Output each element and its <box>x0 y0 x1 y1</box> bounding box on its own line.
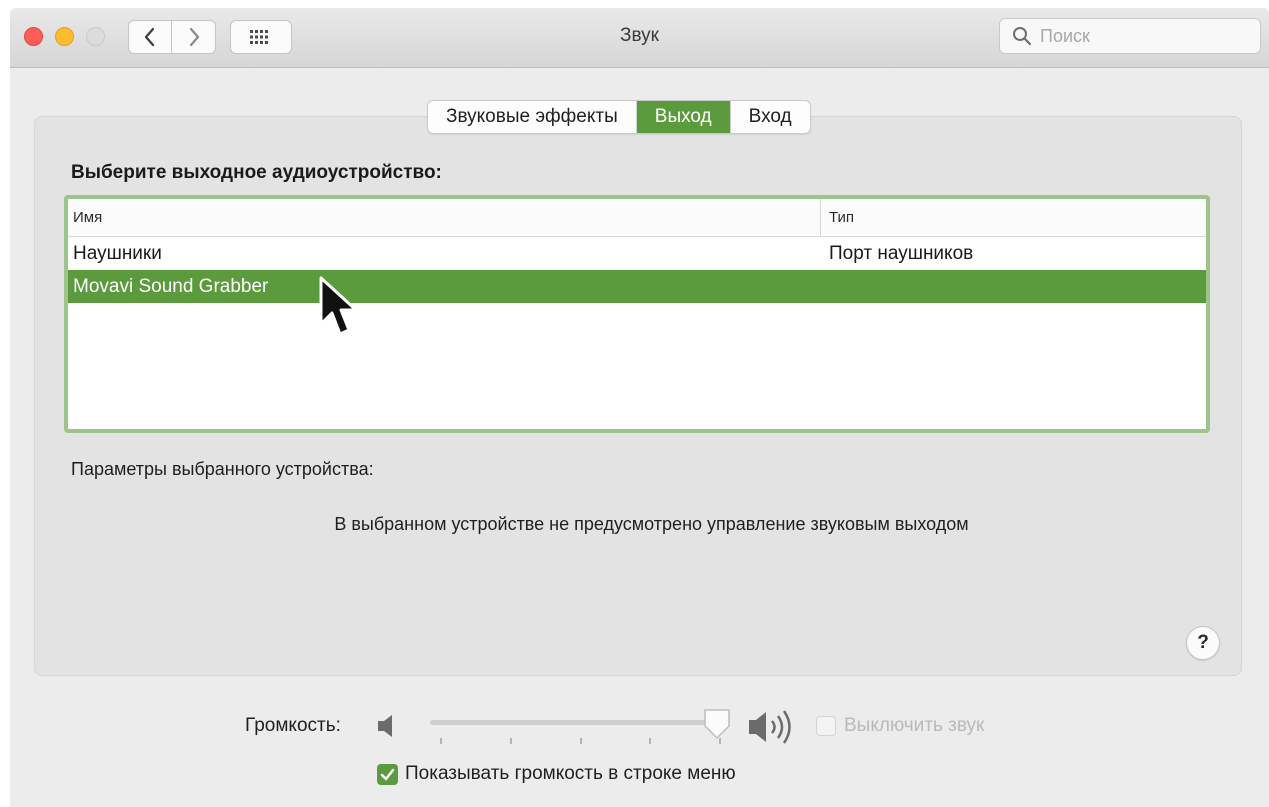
slider-tick <box>580 738 582 744</box>
slider-tick <box>510 738 512 744</box>
checkbox-box[interactable] <box>816 716 836 736</box>
device-name: Наушники <box>73 242 162 264</box>
search-placeholder: Поиск <box>1040 25 1090 46</box>
no-control-message: В выбранном устройстве не предусмотрено … <box>334 514 969 534</box>
show-volume-label: Показывать громкость в строке меню <box>405 763 736 784</box>
search-input[interactable]: Поиск <box>999 18 1261 54</box>
segmented-tabs: Звуковые эффекты Выход Вход <box>427 100 811 134</box>
slider-tick <box>440 738 442 744</box>
device-params-label: Параметры выбранного устройства: <box>71 459 374 479</box>
device-row-movavi[interactable]: Movavi Sound Grabber <box>68 270 1206 303</box>
volume-slider[interactable] <box>430 708 730 748</box>
sound-preferences-window: Звук Поиск Звуковые эффекты Выход Вход В… <box>10 8 1269 807</box>
mouse-pointer-icon <box>319 276 358 336</box>
slider-knob[interactable] <box>702 708 732 742</box>
output-device-list[interactable]: Имя Тип Наушники Порт наушников Movavi S… <box>64 195 1210 433</box>
output-device-heading: Выберите выходное аудиоустройство: <box>71 162 442 183</box>
show-volume-checkbox[interactable]: Показывать громкость в строке меню <box>377 763 736 785</box>
titlebar: Звук Поиск <box>10 8 1269 68</box>
tab-sound-effects[interactable]: Звуковые эффекты <box>428 101 636 133</box>
mute-label: Выключить звук <box>844 715 985 736</box>
tab-input[interactable]: Вход <box>729 101 810 133</box>
speaker-high-icon <box>749 710 791 744</box>
device-type: Порт наушников <box>829 242 974 264</box>
column-header-type[interactable]: Тип <box>820 199 1206 236</box>
slider-track <box>430 720 730 725</box>
checkmark-icon <box>380 768 395 780</box>
search-icon <box>1013 27 1032 46</box>
checkbox-box[interactable] <box>377 763 398 785</box>
column-header-name[interactable]: Имя <box>68 199 820 236</box>
slider-tick <box>649 738 651 744</box>
device-row-headphones[interactable]: Наушники Порт наушников <box>68 237 1206 270</box>
volume-label: Громкость: <box>245 715 341 736</box>
speaker-low-icon <box>378 715 392 737</box>
help-button[interactable]: ? <box>1186 626 1220 660</box>
device-name: Movavi Sound Grabber <box>73 275 269 297</box>
mute-checkbox[interactable]: Выключить звук <box>816 715 984 737</box>
list-header: Имя Тип <box>68 199 1206 237</box>
tab-output[interactable]: Выход <box>635 101 730 133</box>
